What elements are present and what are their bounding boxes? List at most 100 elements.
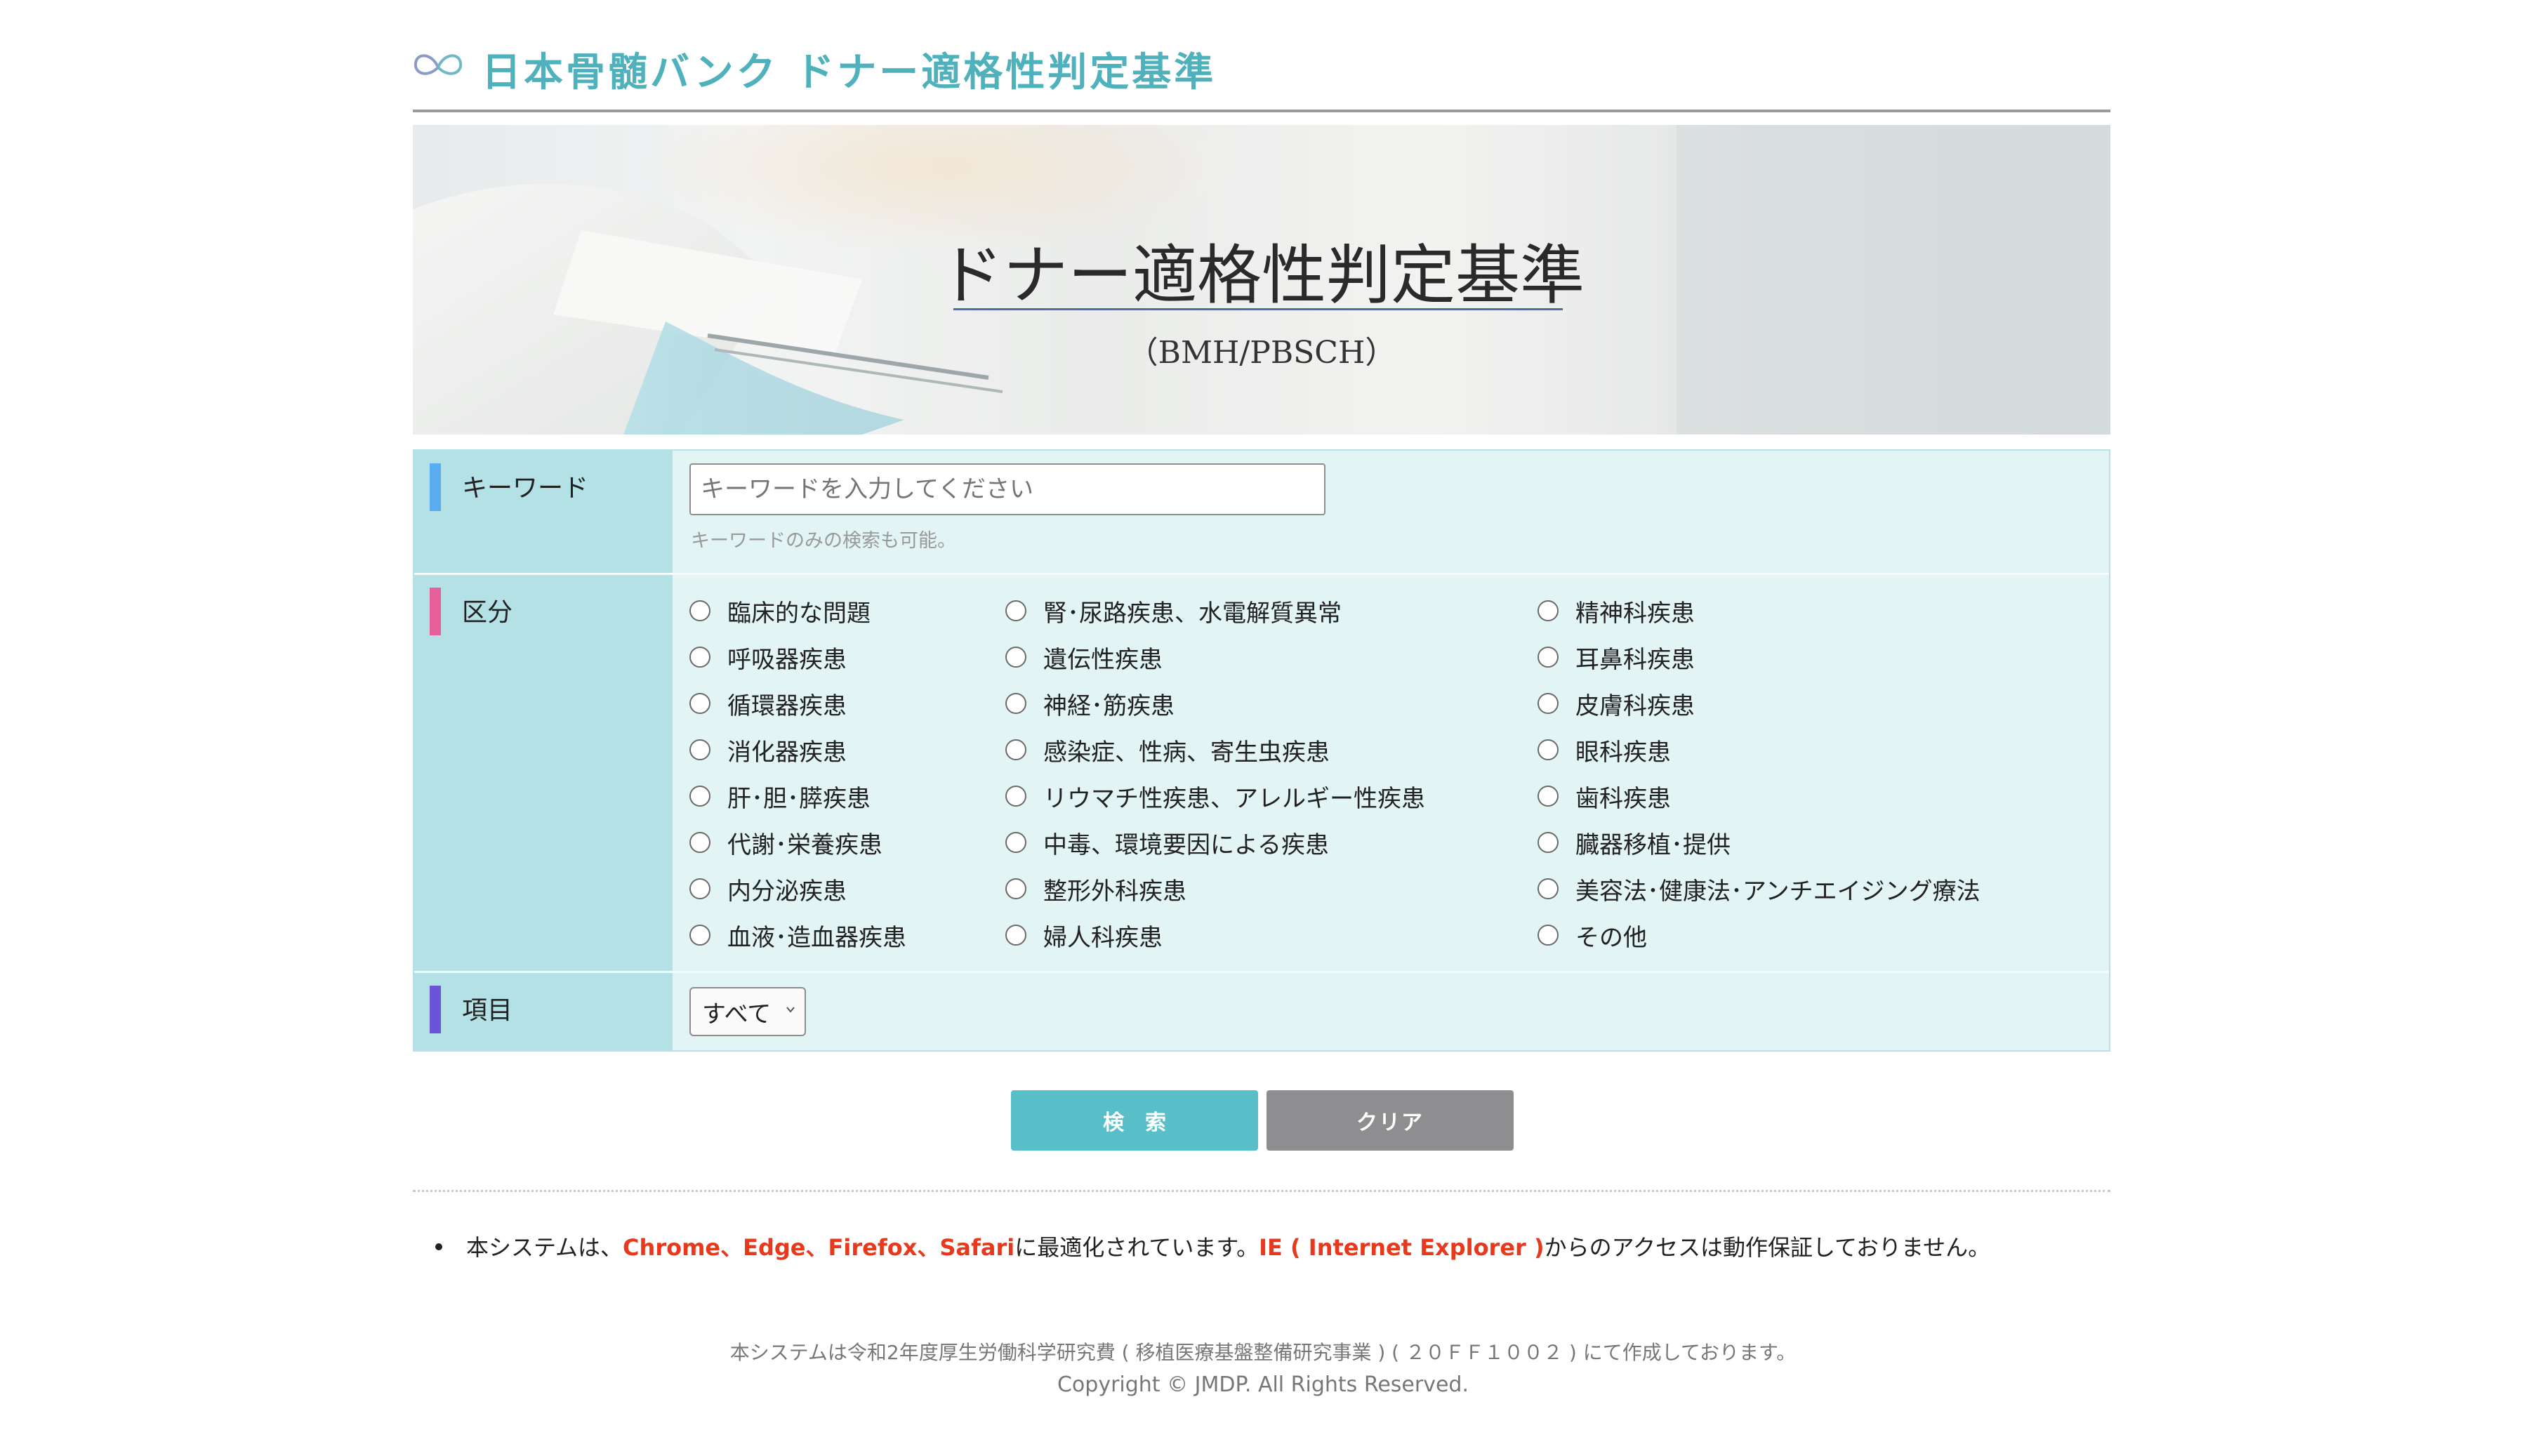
keyword-label-bar [430,463,441,511]
footer-copyright: Copyright © JMDP. All Rights Reserved. [1057,1372,1469,1397]
category-option[interactable]: 美容法･健康法･アンチエイジング療法 [1538,868,1981,909]
category-label-cell: 区分 [414,575,673,971]
category-row: 区分 臨床的な問題 呼吸器疾患循環器疾患消化器疾患肝･胆･膵疾患 代謝･栄養疾患 内分… [414,575,2109,973]
category-option-label: 内分泌疾患 [727,877,847,906]
radio-button[interactable] [1005,925,1026,946]
item-select[interactable]: すべて [689,987,806,1036]
hero-title: ドナー適格性判定基準 [938,238,1585,313]
category-option[interactable]: 神経･筋疾患 [1005,683,1175,724]
radio-button[interactable] [689,925,710,946]
category-option[interactable]: その他 [1538,915,1647,955]
footer-funding: 本システムは令和2年度厚生労働科学研究費 ( 移植医療基盤整備研究事業 ) ( … [729,1341,1797,1364]
category-option-label: 耳鼻科疾患 [1575,645,1695,674]
category-option[interactable]: 消化器疾患 [689,729,847,770]
notice-prefix: 本システムは、 [466,1234,623,1261]
category-option[interactable]: 歯科疾患 [1538,776,1671,816]
category-label: 区分 [462,598,513,627]
search-button[interactable]: 検索 [1011,1090,1258,1151]
clear-button[interactable]: クリア [1267,1090,1514,1151]
bone-marrow-bank-logo-icon [414,54,463,75]
item-label-cell: 項目 [414,973,673,1050]
radio-button[interactable] [1005,786,1026,807]
category-option[interactable]: 代謝･栄養疾患 [689,822,882,863]
keyword-label: キーワード [462,474,589,503]
radio-button[interactable] [1005,878,1026,899]
category-option-label: 眼科疾患 [1575,738,1671,767]
radio-button[interactable] [689,693,710,714]
radio-button[interactable] [689,832,710,853]
category-option[interactable]: 臓器移植･提供 [1538,822,1731,863]
notice-suffix: からのアクセスは動作保証しておりません。 [1544,1234,1991,1261]
category-option[interactable]: 整形外科疾患 [1005,868,1186,909]
radio-button[interactable] [689,878,710,899]
category-option-label: 美容法･健康法･アンチエイジング療法 [1575,877,1981,906]
category-option-label: 循環器疾患 [727,691,847,720]
notice-ie: IE ( Internet Explorer ) [1259,1234,1545,1261]
category-option-label: その他 [1575,923,1647,952]
category-option[interactable]: 精神科疾患 [1538,590,1695,631]
category-option[interactable]: 臨床的な問題 [689,590,871,631]
category-option[interactable]: 遺伝性疾患 [1005,637,1163,677]
keyword-row: キーワード キーワードのみの検索も可能。 [414,451,2109,575]
category-option-label: 腎･尿路疾患、水電解質異常 [1043,599,1342,628]
category-option[interactable]: 内分泌疾患 [689,868,847,909]
divider [413,1190,2110,1192]
category-option[interactable]: 眼科疾患 [1538,729,1671,770]
category-option-label: 神経･筋疾患 [1043,691,1175,720]
category-option[interactable]: 耳鼻科疾患 [1538,637,1695,677]
radio-button[interactable] [1538,739,1559,760]
radio-button[interactable] [1538,693,1559,714]
category-option[interactable]: 皮膚科疾患 [1538,683,1695,724]
item-select-value: すべて [702,1000,772,1028]
radio-button[interactable] [1538,878,1559,899]
category-option-label: 血液･造血器疾患 [727,923,906,952]
radio-button[interactable] [1005,600,1026,621]
category-option[interactable]: 中毒、環境要因による疾患 [1005,822,1329,863]
site-title[interactable]: 日本骨髄バンク ドナー適格性判定基準 [482,41,1216,98]
notice-browsers: Chrome、Edge、Firefox、Safari [623,1234,1015,1261]
category-option[interactable]: 婦人科疾患 [1005,915,1163,955]
category-option-label: 消化器疾患 [727,738,847,767]
radio-button[interactable] [1005,647,1026,668]
category-option-label: 臨床的な問題 [727,599,871,628]
hero-title-underline [953,308,1563,310]
radio-button[interactable] [1005,832,1026,853]
bullet-icon [435,1243,442,1250]
hero-subtitle: （BMH/PBSCH） [1127,335,1396,371]
item-row: 項目 すべて [414,973,2109,1050]
category-option[interactable]: 呼吸器疾患 [689,637,847,677]
radio-button[interactable] [689,786,710,807]
radio-button[interactable] [689,739,710,760]
item-label-bar [430,986,441,1033]
keyword-hint: キーワードのみの検索も可能。 [691,530,956,552]
radio-button[interactable] [1538,647,1559,668]
category-option[interactable]: リウマチ性疾患、アレルギー性疾患 [1005,776,1425,816]
radio-button[interactable] [689,600,710,621]
category-option[interactable]: 血液･造血器疾患 [689,915,906,955]
category-option[interactable]: 肝･胆･膵疾患 [689,776,871,816]
category-label-bar [430,588,441,635]
radio-button[interactable] [1005,693,1026,714]
keyword-input[interactable] [689,463,1325,515]
radio-button[interactable] [1005,739,1026,760]
radio-button[interactable] [1538,786,1559,807]
category-option[interactable]: 感染症、性病、寄生虫疾患 [1005,729,1330,770]
page: 日本骨髄バンク ドナー適格性判定基準 ドナー適格性判定基準 （BMH/PBSCH… [0,0,2526,1456]
radio-button[interactable] [1538,600,1559,621]
category-option-label: 精神科疾患 [1575,599,1695,628]
browser-notice: 本システムは、Chrome、Edge、Firefox、Safariに最適化されて… [435,1230,1990,1262]
category-option[interactable]: 循環器疾患 [689,683,847,724]
category-option-label: 整形外科疾患 [1043,877,1186,906]
radio-button[interactable] [1538,925,1559,946]
category-option-label: 代謝･栄養疾患 [727,830,882,859]
radio-button[interactable] [689,647,710,668]
category-option-label: 呼吸器疾患 [727,645,847,674]
category-option-label: 感染症、性病、寄生虫疾患 [1043,738,1330,767]
keyword-label-cell: キーワード [414,451,673,573]
category-option[interactable]: 腎･尿路疾患、水電解質異常 [1005,590,1342,631]
category-option-label: 肝･胆･膵疾患 [727,784,871,813]
category-option-label: 歯科疾患 [1575,784,1671,813]
category-option-label: 中毒、環境要因による疾患 [1043,830,1329,859]
radio-button[interactable] [1538,832,1559,853]
category-option-label: 皮膚科疾患 [1575,691,1695,720]
